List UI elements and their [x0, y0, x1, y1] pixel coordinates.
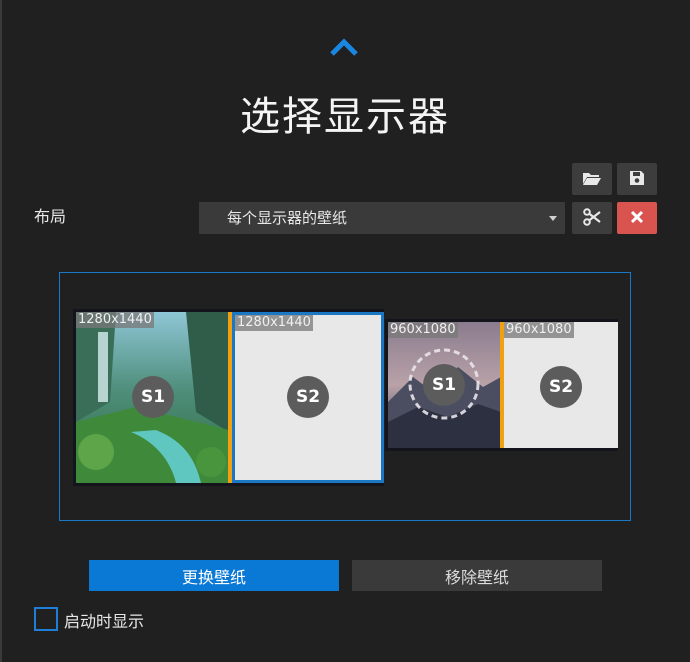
screen-badge: S1 [423, 364, 465, 406]
monitor-1-screen-2[interactable]: 1280x1440 S2 [232, 312, 384, 483]
save-button[interactable] [617, 163, 657, 195]
open-folder-button[interactable] [572, 163, 612, 195]
resolution-label: 960x1080 [388, 322, 458, 338]
scissors-icon [583, 207, 601, 229]
monitor-2-screen-2[interactable]: 960x1080 S2 [504, 322, 618, 448]
screen-badge: S2 [287, 376, 329, 418]
layout-dropdown-value: 每个显示器的壁纸 [227, 209, 348, 227]
cut-button[interactable] [572, 202, 612, 234]
monitor-2-screen-1[interactable]: 960x1080 S1 [388, 322, 501, 448]
change-wallpaper-button[interactable]: 更换壁纸 [89, 560, 339, 591]
resolution-label: 1280x1440 [76, 312, 154, 328]
resolution-label: 1280x1440 [235, 315, 313, 331]
folder-open-icon [582, 170, 602, 189]
save-icon [629, 170, 645, 189]
resolution-label: 960x1080 [504, 322, 574, 338]
chevron-down-icon [549, 216, 557, 221]
screen-badge: S1 [132, 376, 174, 418]
layout-dropdown[interactable]: 每个显示器的壁纸 [199, 202, 565, 234]
remove-wallpaper-button[interactable]: 移除壁纸 [352, 560, 602, 591]
close-icon [630, 210, 644, 227]
close-button[interactable] [617, 202, 657, 234]
monitor-1[interactable]: 1280x1440 S1 1280x1440 S2 [73, 309, 384, 486]
show-on-startup-checkbox[interactable] [34, 607, 58, 631]
monitor-2[interactable]: 960x1080 S1 960x1080 S2 [385, 319, 618, 451]
screen-badge: S2 [540, 366, 582, 408]
show-on-startup-label: 启动时显示 [64, 612, 145, 631]
chevron-up-icon[interactable] [329, 36, 359, 58]
layout-label: 布局 [34, 207, 67, 226]
page-title: 选择显示器 [240, 94, 450, 140]
monitor-1-screen-1[interactable]: 1280x1440 S1 [76, 312, 229, 483]
